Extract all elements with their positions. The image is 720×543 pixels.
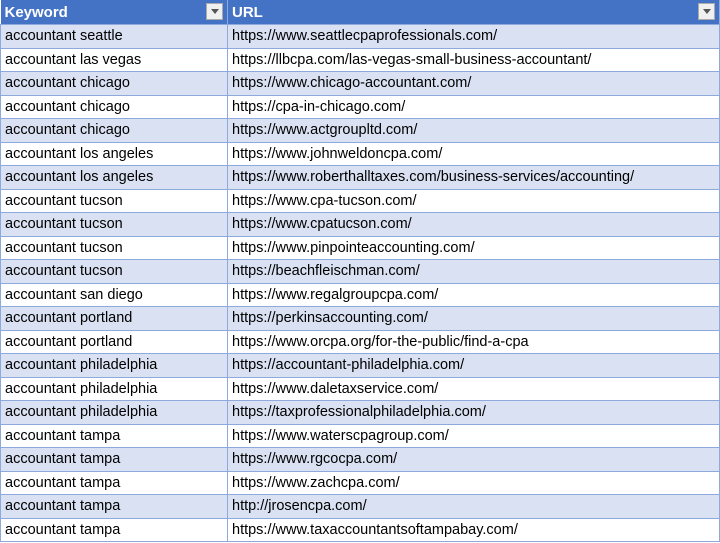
url-cell[interactable]: https://www.zachcpa.com/	[227, 470, 720, 495]
table-row: accountant los angeles https://www.robert…	[0, 165, 720, 190]
table-row: accountant philadelphia https://taxprofes…	[0, 400, 720, 425]
url-cell[interactable]: https://www.orcpa.org/for-the-public/fin…	[227, 329, 720, 354]
url-cell[interactable]: https://perkinsaccounting.com/	[227, 306, 720, 331]
url-cell[interactable]: https://www.cpa-tucson.com/	[227, 188, 720, 213]
url-cell[interactable]: https://www.roberthalltaxes.com/business…	[227, 165, 720, 190]
keyword-cell[interactable]: accountant philadelphia	[0, 353, 228, 378]
url-cell[interactable]: https://www.taxaccountantsoftampabay.com…	[227, 517, 720, 542]
keyword-cell[interactable]: accountant philadelphia	[0, 400, 228, 425]
keyword-cell[interactable]: accountant seattle	[0, 24, 228, 49]
table-row: accountant tucson https://www.pinpointeac…	[0, 235, 720, 260]
keyword-cell[interactable]: accountant san diego	[0, 282, 228, 307]
table-row: accountant tampa https://www.rgcocpa.com/	[0, 447, 720, 472]
url-cell[interactable]: https://beachfleischman.com/	[227, 259, 720, 284]
keyword-cell[interactable]: accountant tampa	[0, 517, 228, 542]
header-label: Keyword	[4, 3, 68, 21]
url-cell[interactable]: https://cpa-in-chicago.com/	[227, 94, 720, 119]
table-row: accountant tucson https://www.cpatucson.c…	[0, 212, 720, 237]
column-header-url[interactable]: URL	[227, 0, 720, 25]
table-row: accountant tucson https://www.cpa-tucson.…	[0, 188, 720, 213]
table-row: accountant tampa https://www.waterscpagro…	[0, 423, 720, 448]
keyword-cell[interactable]: accountant chicago	[0, 118, 228, 143]
keyword-cell[interactable]: accountant tampa	[0, 470, 228, 495]
keyword-cell[interactable]: accountant tampa	[0, 447, 228, 472]
table-row: accountant chicago https://www.actgrouplt…	[0, 118, 720, 143]
column-header-keyword[interactable]: Keyword	[0, 0, 228, 25]
table-row: accountant tampa https://www.taxaccountan…	[0, 517, 720, 542]
table-row: accountant las vegas https://llbcpa.com/l…	[0, 47, 720, 72]
keyword-cell[interactable]: accountant portland	[0, 306, 228, 331]
url-cell[interactable]: https://llbcpa.com/las-vegas-small-busin…	[227, 47, 720, 72]
keyword-cell[interactable]: accountant tampa	[0, 423, 228, 448]
url-cell[interactable]: https://www.actgroupltd.com/	[227, 118, 720, 143]
keyword-cell[interactable]: accountant los angeles	[0, 165, 228, 190]
filter-dropdown-icon[interactable]	[698, 3, 715, 20]
keyword-cell[interactable]: accountant philadelphia	[0, 376, 228, 401]
table-row: accountant portland https://perkinsaccoun…	[0, 306, 720, 331]
table-row: accountant chicago https://www.chicago-ac…	[0, 71, 720, 96]
url-cell[interactable]: https://www.daletaxservice.com/	[227, 376, 720, 401]
keyword-cell[interactable]: accountant chicago	[0, 94, 228, 119]
table-row: accountant san diego https://www.regalgro…	[0, 282, 720, 307]
table-row: accountant tampa https://www.zachcpa.com/	[0, 470, 720, 495]
table-row: accountant los angeles https://www.johnwe…	[0, 141, 720, 166]
keyword-cell[interactable]: accountant tampa	[0, 494, 228, 519]
table-row: accountant philadelphia https://www.dalet…	[0, 376, 720, 401]
header-row: Keyword URL	[0, 0, 720, 25]
keyword-cell[interactable]: accountant las vegas	[0, 47, 228, 72]
keyword-cell[interactable]: accountant tucson	[0, 235, 228, 260]
url-cell[interactable]: https://www.johnweldoncpa.com/	[227, 141, 720, 166]
url-cell[interactable]: https://www.cpatucson.com/	[227, 212, 720, 237]
keyword-cell[interactable]: accountant los angeles	[0, 141, 228, 166]
keyword-url-table: Keyword URL accountant seattle https://ww…	[0, 0, 720, 542]
table-row: accountant tucson https://beachfleischman…	[0, 259, 720, 284]
header-label: URL	[232, 3, 263, 21]
url-cell[interactable]: https://www.rgcocpa.com/	[227, 447, 720, 472]
table-row: accountant chicago https://cpa-in-chicago…	[0, 94, 720, 119]
table-row: accountant seattle https://www.seattlecpa…	[0, 24, 720, 49]
table-row: accountant tampa http://jrosencpa.com/	[0, 494, 720, 519]
table-row: accountant philadelphia https://accountan…	[0, 353, 720, 378]
keyword-cell[interactable]: accountant chicago	[0, 71, 228, 96]
url-cell[interactable]: https://www.seattlecpaprofessionals.com/	[227, 24, 720, 49]
keyword-cell[interactable]: accountant tucson	[0, 212, 228, 237]
table-row: accountant portland https://www.orcpa.org…	[0, 329, 720, 354]
url-cell[interactable]: https://accountant-philadelphia.com/	[227, 353, 720, 378]
url-cell[interactable]: https://www.pinpointeaccounting.com/	[227, 235, 720, 260]
url-cell[interactable]: http://jrosencpa.com/	[227, 494, 720, 519]
url-cell[interactable]: https://taxprofessionalphiladelphia.com/	[227, 400, 720, 425]
keyword-cell[interactable]: accountant tucson	[0, 259, 228, 284]
keyword-cell[interactable]: accountant portland	[0, 329, 228, 354]
keyword-cell[interactable]: accountant tucson	[0, 188, 228, 213]
url-cell[interactable]: https://www.regalgroupcpa.com/	[227, 282, 720, 307]
url-cell[interactable]: https://www.waterscpagroup.com/	[227, 423, 720, 448]
url-cell[interactable]: https://www.chicago-accountant.com/	[227, 71, 720, 96]
filter-dropdown-icon[interactable]	[206, 3, 223, 20]
